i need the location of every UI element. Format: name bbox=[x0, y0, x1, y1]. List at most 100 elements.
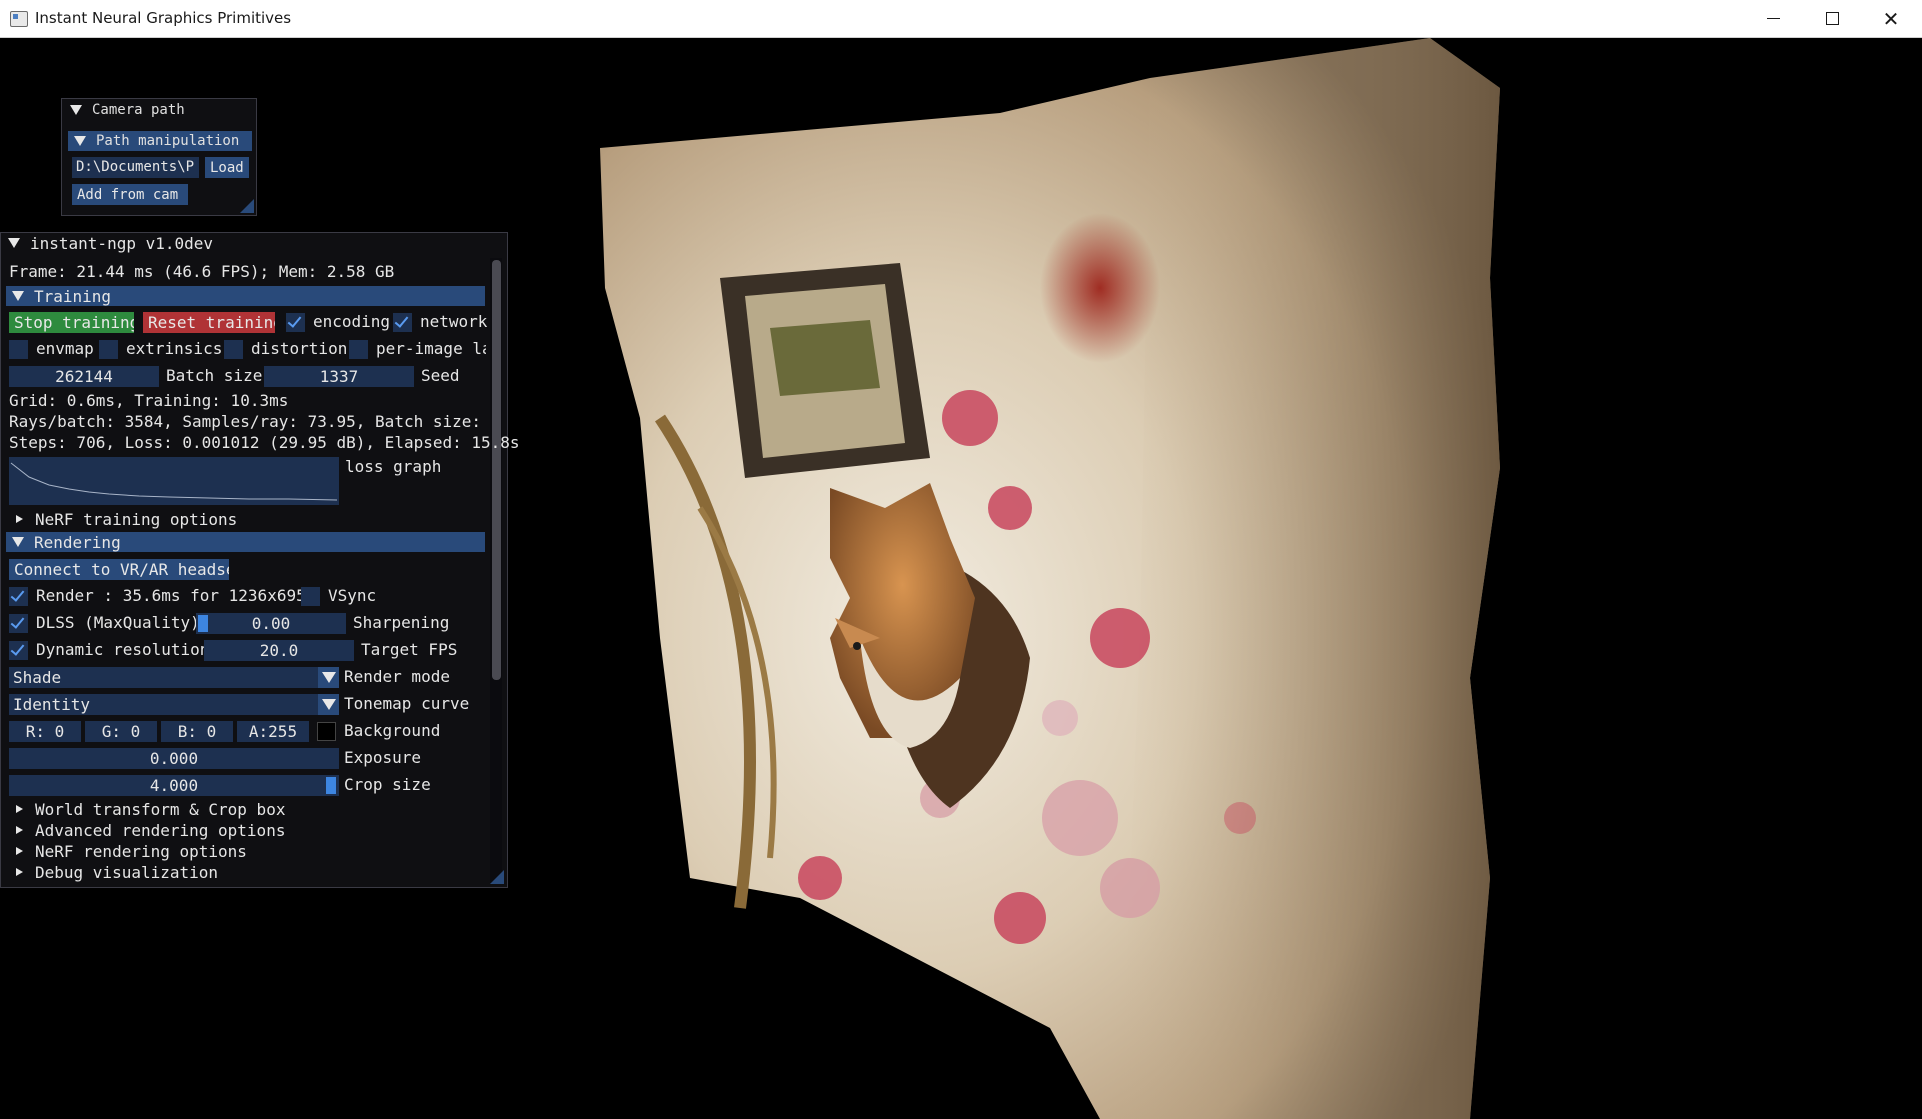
sharpening-label: Sharpening bbox=[353, 613, 450, 632]
envmap-checkbox[interactable] bbox=[9, 340, 28, 359]
batch-size-input[interactable]: 262144 bbox=[9, 366, 159, 387]
close-button[interactable]: ✕ bbox=[1862, 0, 1920, 37]
add-from-cam-button[interactable]: Add from cam bbox=[72, 184, 188, 205]
background-r-input[interactable]: R: 0 bbox=[9, 721, 81, 742]
background-label: Background bbox=[344, 721, 441, 740]
exposure-input[interactable]: 0.000 bbox=[9, 748, 339, 769]
encoding-checkbox[interactable] bbox=[286, 313, 305, 332]
nerf-training-options-header[interactable]: NeRF training options bbox=[16, 509, 238, 529]
tonemap-dropdown[interactable]: Identity bbox=[9, 694, 339, 715]
camera-path-file-input[interactable]: D:\Documents\P bbox=[72, 157, 199, 178]
exposure-label: Exposure bbox=[344, 748, 422, 767]
seed-input[interactable]: 1337 bbox=[264, 366, 414, 387]
nerf-rendering-label: NeRF rendering options bbox=[35, 841, 247, 861]
slider-grab[interactable] bbox=[198, 615, 208, 632]
expand-right-icon bbox=[16, 868, 23, 876]
distortion-label: distortion bbox=[251, 339, 348, 358]
crop-size-slider[interactable]: 4.000 bbox=[9, 775, 339, 796]
world-transform-header[interactable]: World transform & Crop box bbox=[16, 799, 286, 819]
loss-graph bbox=[9, 457, 339, 505]
background-b-input[interactable]: B: 0 bbox=[161, 721, 233, 742]
collapse-down-icon bbox=[12, 291, 24, 301]
nerf-rendering-header[interactable]: NeRF rendering options bbox=[16, 841, 247, 861]
camera-path-header[interactable]: Camera path bbox=[70, 101, 185, 119]
render-stats: Render : 35.6ms for 1236x695 bbox=[36, 586, 306, 605]
render-mode-value: Shade bbox=[13, 668, 62, 687]
crop-size-value: 4.000 bbox=[149, 776, 199, 795]
per-image-latents-label: per-image la bbox=[376, 339, 486, 358]
rays-stats: Rays/batch: 3584, Samples/ray: 73.95, Ba… bbox=[9, 412, 487, 431]
debug-visualization-label: Debug visualization bbox=[35, 862, 219, 882]
vsync-checkbox[interactable] bbox=[301, 587, 320, 606]
advanced-rendering-header[interactable]: Advanced rendering options bbox=[16, 820, 286, 840]
loss-graph-plot bbox=[10, 462, 338, 501]
render-mode-label: Render mode bbox=[344, 667, 450, 686]
camera-path-panel: Camera path Path manipulation D:\Documen… bbox=[61, 98, 257, 216]
render-mode-dropdown[interactable]: Shade bbox=[9, 667, 339, 688]
render-checkbox[interactable] bbox=[9, 587, 28, 606]
sharpening-value: 0.00 bbox=[251, 614, 291, 633]
tonemap-value: Identity bbox=[13, 695, 91, 714]
resize-grip[interactable] bbox=[240, 199, 254, 213]
maximize-button[interactable] bbox=[1803, 0, 1861, 37]
dlss-checkbox[interactable] bbox=[9, 614, 28, 633]
per-image-latents-checkbox[interactable] bbox=[349, 340, 368, 359]
target-fps-input[interactable]: 20.0 bbox=[204, 640, 354, 661]
dropdown-arrow-icon[interactable] bbox=[318, 667, 339, 688]
red-stain bbox=[1040, 213, 1160, 363]
debug-visualization-header[interactable]: Debug visualization bbox=[16, 862, 219, 882]
background-g-input[interactable]: G: 0 bbox=[85, 721, 157, 742]
vsync-label: VSync bbox=[328, 586, 377, 605]
dropdown-arrow-icon[interactable] bbox=[318, 694, 339, 715]
reset-training-button[interactable]: Reset training bbox=[143, 312, 275, 333]
app-version: instant-ngp v1.0dev bbox=[30, 233, 214, 253]
sharpening-slider[interactable]: 0.00 bbox=[196, 613, 346, 634]
nerf-training-options-label: NeRF training options bbox=[35, 509, 238, 529]
rendering-header[interactable]: Rendering bbox=[6, 532, 485, 552]
app-icon bbox=[10, 11, 28, 27]
panel-scrollbar-thumb[interactable] bbox=[492, 260, 501, 680]
network-checkbox[interactable] bbox=[393, 313, 412, 332]
load-path-button[interactable]: Load bbox=[205, 157, 249, 178]
expand-right-icon bbox=[16, 515, 23, 523]
seed-label: Seed bbox=[421, 366, 460, 385]
dynamic-resolution-label: Dynamic resolution bbox=[36, 640, 210, 659]
main-panel-title[interactable]: instant-ngp v1.0dev bbox=[8, 233, 214, 253]
training-header-label: Training bbox=[34, 286, 112, 306]
envmap-label: envmap bbox=[36, 339, 94, 358]
target-fps-label: Target FPS bbox=[361, 640, 458, 659]
resize-grip[interactable] bbox=[490, 870, 504, 884]
grid-stats: Grid: 0.6ms, Training: 10.3ms bbox=[9, 391, 289, 410]
close-icon: ✕ bbox=[1882, 6, 1900, 31]
loss-graph-label: loss graph bbox=[345, 457, 442, 476]
picture-painting bbox=[770, 320, 880, 396]
tonemap-label: Tonemap curve bbox=[344, 694, 470, 713]
slider-grab[interactable] bbox=[326, 777, 336, 794]
path-manipulation-header[interactable]: Path manipulation bbox=[68, 131, 252, 151]
training-header[interactable]: Training bbox=[6, 286, 485, 306]
stop-training-button[interactable]: Stop training bbox=[9, 312, 134, 333]
minimize-button[interactable] bbox=[1744, 0, 1802, 37]
dynamic-resolution-checkbox[interactable] bbox=[9, 641, 28, 660]
collapse-down-icon bbox=[12, 537, 24, 547]
frame-stats: Frame: 21.44 ms (46.6 FPS); Mem: 2.58 GB bbox=[9, 262, 395, 281]
dlss-label: DLSS (MaxQuality) bbox=[36, 613, 200, 632]
camera-path-title: Camera path bbox=[92, 102, 185, 118]
background-color-swatch[interactable] bbox=[317, 722, 336, 741]
network-label: network bbox=[420, 312, 488, 331]
window-titlebar: Instant Neural Graphics Primitives ✕ bbox=[0, 0, 1922, 38]
distortion-checkbox[interactable] bbox=[224, 340, 243, 359]
minimize-icon bbox=[1766, 18, 1780, 19]
collapse-down-icon bbox=[74, 136, 86, 146]
background-a-input[interactable]: A:255 bbox=[237, 721, 309, 742]
rendering-header-label: Rendering bbox=[34, 532, 121, 552]
window-title: Instant Neural Graphics Primitives bbox=[35, 9, 292, 27]
extrinsics-checkbox[interactable] bbox=[99, 340, 118, 359]
connect-vr-button[interactable]: Connect to VR/AR headset bbox=[9, 559, 229, 580]
expand-right-icon bbox=[16, 847, 23, 855]
crop-size-label: Crop size bbox=[344, 775, 431, 794]
advanced-rendering-label: Advanced rendering options bbox=[35, 820, 286, 840]
path-manipulation-label: Path manipulation bbox=[96, 133, 240, 149]
world-transform-label: World transform & Crop box bbox=[35, 799, 286, 819]
wall-shadow bbox=[1120, 38, 1500, 1119]
